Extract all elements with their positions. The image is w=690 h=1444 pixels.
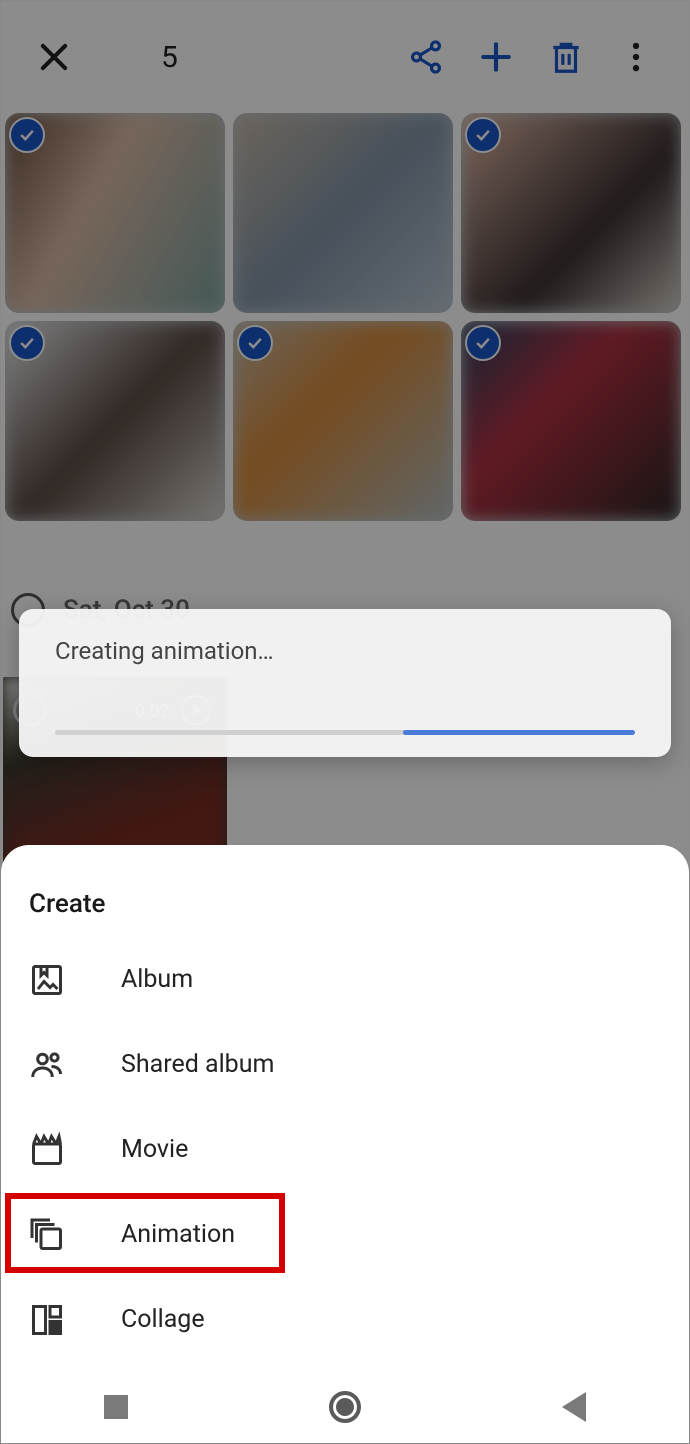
nav-home-button[interactable] [325, 1387, 365, 1427]
photo-thumbnail[interactable] [461, 113, 681, 313]
progress-bar [55, 730, 635, 735]
collage-icon [29, 1302, 65, 1338]
selected-check-icon [237, 325, 273, 361]
selected-check-icon [9, 325, 45, 361]
menu-label: Album [121, 965, 193, 994]
album-icon [29, 962, 65, 998]
menu-item-album[interactable]: Album [1, 937, 689, 1022]
toast-message: Creating animation… [55, 637, 635, 665]
photo-thumbnail[interactable] [461, 321, 681, 521]
photo-thumbnail[interactable] [233, 321, 453, 521]
selected-check-icon [465, 117, 501, 153]
system-nav-bar [1, 1371, 689, 1443]
add-icon[interactable] [461, 22, 531, 92]
trash-icon[interactable] [531, 22, 601, 92]
selected-check-icon [465, 325, 501, 361]
progress-toast: Creating animation… [19, 609, 671, 757]
shared-album-icon [29, 1047, 65, 1083]
sheet-title: Create [1, 889, 689, 937]
selection-count: 5 [161, 40, 178, 75]
overflow-menu-icon[interactable] [601, 22, 671, 92]
menu-label: Animation [121, 1220, 235, 1249]
menu-label: Collage [121, 1305, 205, 1334]
share-icon[interactable] [391, 22, 461, 92]
menu-item-collage[interactable]: Collage [1, 1277, 689, 1362]
selection-appbar: 5 [1, 1, 689, 113]
menu-label: Movie [121, 1135, 188, 1164]
close-icon[interactable] [19, 22, 89, 92]
menu-label: Shared album [121, 1050, 274, 1079]
selected-check-icon [9, 117, 45, 153]
photo-thumbnail[interactable] [5, 321, 225, 521]
movie-icon [29, 1132, 65, 1168]
create-bottom-sheet: Create Album Shared album Movie Animatio… [1, 845, 689, 1443]
menu-item-shared-album[interactable]: Shared album [1, 1022, 689, 1107]
nav-back-button[interactable] [554, 1387, 594, 1427]
photo-thumbnail[interactable] [233, 113, 453, 313]
animation-icon [29, 1217, 65, 1253]
menu-item-movie[interactable]: Movie [1, 1107, 689, 1192]
menu-item-animation[interactable]: Animation [1, 1192, 689, 1277]
nav-recent-button[interactable] [96, 1387, 136, 1427]
photo-thumbnail[interactable] [5, 113, 225, 313]
